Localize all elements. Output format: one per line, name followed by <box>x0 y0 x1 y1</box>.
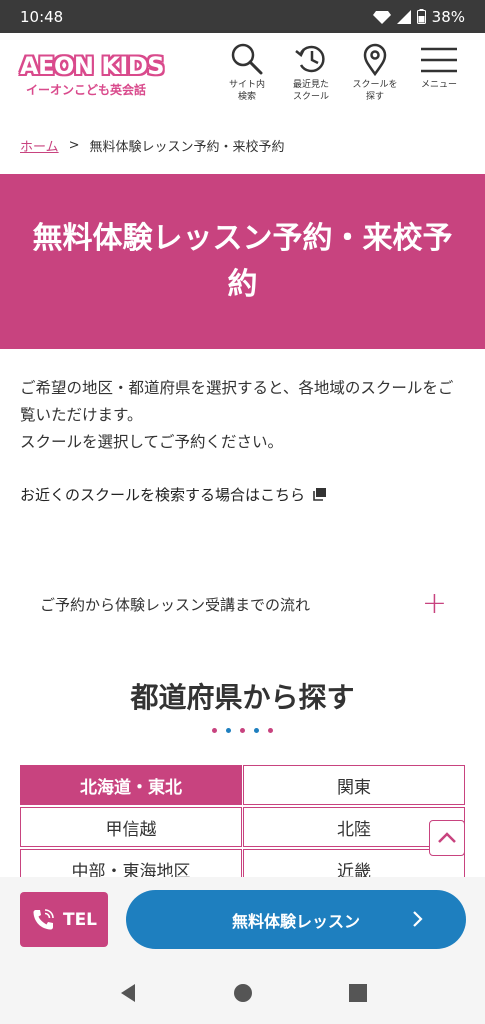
chevron-right-icon <box>413 911 423 927</box>
nav-label: サイト内 検索 <box>228 80 265 102</box>
status-bar: 10:48 38% <box>0 0 485 33</box>
region-hokkaido-tohoku-button[interactable]: 北海道・東北 <box>20 765 242 805</box>
prefecture-region-grid: 北海道・東北 関東 甲信越 北陸 中部・東海地区 近畿 <box>20 765 465 889</box>
chevron-up-icon <box>438 832 456 843</box>
reservation-flow-accordion[interactable]: ご予約から体験レッスン受講までの流れ + <box>20 580 465 628</box>
android-navigation-bar <box>0 962 485 1024</box>
region-kanto-button[interactable]: 関東 <box>243 765 465 805</box>
hamburger-menu-icon <box>421 47 457 73</box>
logo-main-text: AEON KIDS <box>20 52 165 80</box>
nav-label: スクールを 探す <box>352 80 398 102</box>
header-nav: サイト内 検索 最近見た スクール スクールを 探す メニュー <box>215 41 471 103</box>
bottom-action-bar: TEL 無料体験レッスン <box>0 877 485 962</box>
recents-button[interactable] <box>338 973 378 1013</box>
back-triangle-icon <box>120 984 135 1002</box>
tel-label: TEL <box>62 909 98 930</box>
region-koshinetsu-button[interactable]: 甲信越 <box>20 807 242 847</box>
decorative-dot <box>268 728 273 733</box>
nearby-link-label: お近くのスクールを検索する場合はこちら <box>20 486 306 504</box>
nav-recent-schools[interactable]: 最近見た スクール <box>279 41 343 103</box>
search-icon <box>231 43 263 75</box>
recents-square-icon <box>348 984 367 1002</box>
signal-diamond-icon <box>372 10 391 24</box>
section-title: 都道府県から探す <box>130 681 355 714</box>
nearby-school-search-link[interactable]: お近くのスクールを検索する場合はこちら <box>20 484 327 505</box>
free-trial-lesson-button[interactable]: 無料体験レッスン <box>126 890 466 949</box>
trial-label: 無料体験レッスン <box>231 911 360 931</box>
nav-site-search[interactable]: サイト内 検索 <box>215 41 279 103</box>
nav-label: メニュー <box>420 80 457 90</box>
intro-line-1: ご希望の地区・都道府県を選択すると、各地域のスクールをご覧いただけます。 <box>20 379 454 424</box>
battery-percent: 38% <box>431 7 465 26</box>
location-pin-icon <box>363 43 387 77</box>
breadcrumb: ホーム > 無料体験レッスン予約・来校予約 <box>20 136 285 155</box>
back-button[interactable] <box>108 973 148 1013</box>
cellular-signal-icon <box>396 9 411 24</box>
phone-icon <box>33 908 54 929</box>
status-time: 10:48 <box>20 7 64 26</box>
nav-menu[interactable]: メニュー <box>407 41 471 103</box>
history-icon <box>295 45 325 73</box>
aeon-kids-logo[interactable]: AEON KIDS イーオンこども英会話 <box>20 53 180 98</box>
breadcrumb-current: 無料体験レッスン予約・来校予約 <box>89 140 285 155</box>
hero-banner: 無料体験レッスン予約・来校予約 <box>0 174 485 349</box>
nav-find-school[interactable]: スクールを 探す <box>343 41 407 103</box>
logo-sub-text: イーオンこども英会話 <box>26 83 147 97</box>
page-title: 無料体験レッスン予約・来校予約 <box>32 220 453 302</box>
decorative-dot <box>212 728 217 733</box>
external-window-icon <box>313 488 327 501</box>
decorative-dot <box>240 728 245 733</box>
flow-label: ご予約から体験レッスン受講までの流れ <box>40 595 311 614</box>
decorative-dots <box>0 728 485 733</box>
nav-label: 最近見た スクール <box>292 80 329 102</box>
scroll-to-top-button[interactable] <box>429 820 465 856</box>
decorative-dot <box>254 728 259 733</box>
tel-button[interactable]: TEL <box>20 892 108 947</box>
home-button[interactable] <box>223 973 263 1013</box>
home-circle-icon <box>233 984 252 1002</box>
breadcrumb-separator: > <box>68 138 80 153</box>
intro-line-2: スクールを選択してご予約ください。 <box>20 433 284 451</box>
intro-text: ご希望の地区・都道府県を選択すると、各地域のスクールをご覧いただけます。 スクー… <box>20 375 465 456</box>
battery-icon <box>416 9 426 24</box>
decorative-dot <box>226 728 231 733</box>
breadcrumb-home-link[interactable]: ホーム <box>20 136 59 155</box>
site-header: AEON KIDS イーオンこども英会話 サイト内 検索 最近見た スクール ス… <box>0 33 485 117</box>
plus-icon: + <box>421 586 447 621</box>
